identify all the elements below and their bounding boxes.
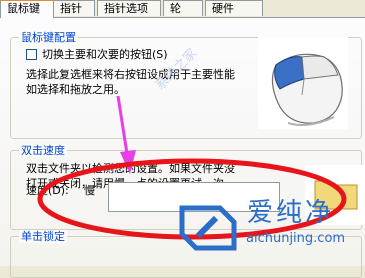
brand-logo-icon (179, 205, 237, 251)
watermark-logo (176, 198, 240, 257)
watermark-brand-cn: 爱纯净 (247, 198, 335, 228)
tab-label: 鼠标键 (7, 2, 40, 15)
tab-buttons[interactable]: 鼠标键 (0, 0, 54, 18)
watermark-brand-en: aichunjing.com (246, 231, 346, 246)
